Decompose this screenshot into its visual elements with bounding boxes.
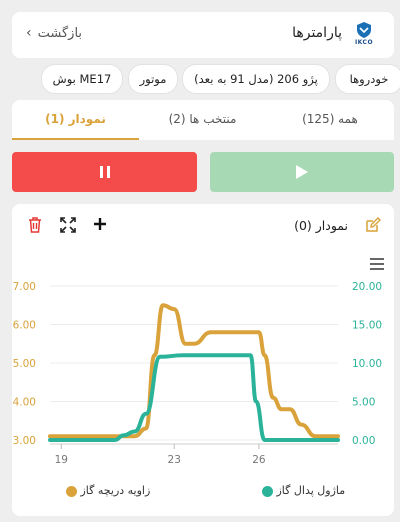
legend-label: زاویه دریچه گاز	[80, 484, 151, 497]
logo-text: IKCO	[354, 39, 374, 46]
play-icon	[296, 165, 308, 179]
app-header: IKCO پارامترها ‹ بازگشت	[12, 12, 394, 58]
right-tick-label: 15.00	[352, 320, 382, 332]
pause-button[interactable]	[12, 152, 197, 192]
x-tick-label: 26	[252, 454, 266, 466]
right-axis: 20.00 15.00 10.00 5.00 0.00	[352, 281, 382, 447]
left-tick-label: 4.00	[13, 397, 36, 409]
x-axis: 19 23 26	[50, 443, 338, 466]
left-tick-label: 6.00	[13, 320, 36, 332]
chart-panel: نمودار (0) 7.00 6.00 5.00 4.00 3.00 20.00 15.…	[12, 204, 394, 516]
breadcrumb: خودروها پژو 206 (مدل 91 به بعد) موتور بو…	[0, 64, 400, 94]
legend-dot	[66, 485, 77, 497]
legend-pedal-module[interactable]: ماژول پدال گاز	[262, 484, 345, 497]
x-tick-label: 23	[168, 454, 181, 466]
back-button[interactable]: ‹ بازگشت	[26, 25, 82, 41]
back-label: بازگشت	[37, 26, 83, 41]
tab-bar: همه (125) منتخب ها (2) نمودار (1)	[12, 100, 394, 140]
tab-chart[interactable]: نمودار (1)	[12, 100, 139, 140]
breadcrumb-vehicles[interactable]: خودروها	[335, 64, 400, 94]
left-tick-label: 5.00	[13, 358, 36, 370]
breadcrumb-ecu[interactable]: بوش ME17	[41, 64, 123, 94]
tab-selected[interactable]: منتخب ها (2)	[139, 100, 266, 138]
ikco-logo: IKCO	[352, 21, 376, 49]
x-tick-label: 19	[55, 454, 68, 466]
chart-series	[48, 303, 340, 442]
left-tick-label: 7.00	[13, 281, 36, 293]
right-tick-label: 10.00	[352, 358, 382, 370]
line-chart: 7.00 6.00 5.00 4.00 3.00 20.00 15.00 10.00 5.00…	[13, 281, 382, 466]
tab-all[interactable]: همه (125)	[266, 100, 394, 138]
page-title: پارامترها	[292, 25, 342, 41]
right-tick-label: 20.00	[352, 281, 382, 293]
legend-dot	[262, 485, 273, 497]
breadcrumb-model[interactable]: پژو 206 (مدل 91 به بعد)	[182, 64, 330, 94]
left-axis: 7.00 6.00 5.00 4.00 3.00	[13, 281, 36, 447]
breadcrumb-engine[interactable]: موتور	[128, 64, 178, 94]
play-button[interactable]	[210, 152, 394, 192]
left-tick-label: 3.00	[13, 435, 36, 447]
legend-label: ماژول پدال گاز	[276, 484, 346, 497]
legend-throttle-angle[interactable]: زاویه دریچه گاز	[66, 484, 150, 497]
series-line-pedal-module	[48, 353, 340, 442]
right-tick-label: 0.00	[352, 435, 375, 447]
chevron-left-icon: ‹	[26, 25, 32, 41]
right-tick-label: 5.00	[352, 397, 375, 409]
